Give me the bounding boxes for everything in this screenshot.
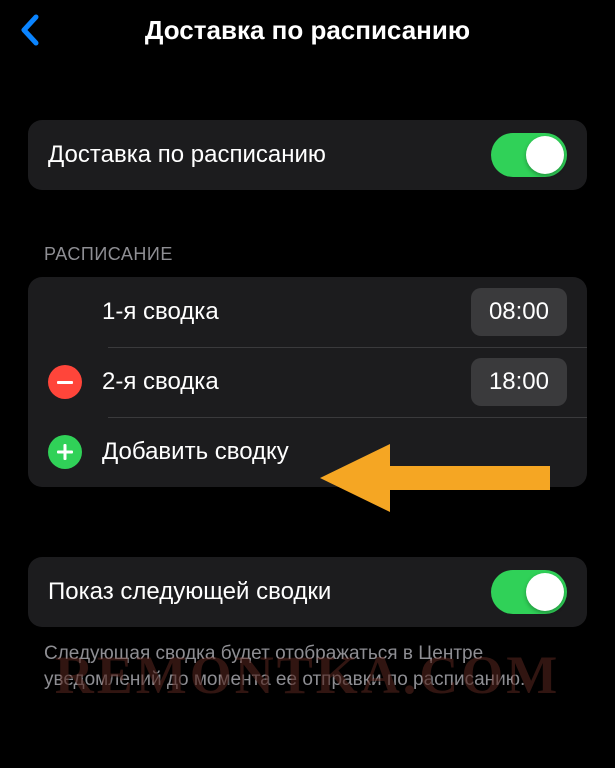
add-summary-icon <box>48 435 82 469</box>
summary-1-time[interactable]: 08:00 <box>471 288 567 336</box>
scheduled-delivery-row: Доставка по расписанию <box>28 120 587 190</box>
toggle-knob <box>526 573 564 611</box>
scheduled-delivery-group: Доставка по расписанию <box>28 120 587 190</box>
summary-2-time[interactable]: 18:00 <box>471 358 567 406</box>
schedule-section-header: РАСПИСАНИЕ <box>44 244 571 265</box>
next-summary-toggle[interactable] <box>491 570 567 614</box>
next-summary-footer: Следующая сводка будет отображаться в Це… <box>44 641 571 692</box>
remove-summary-icon[interactable] <box>48 365 82 399</box>
page-title: Доставка по расписанию <box>145 15 470 46</box>
scheduled-delivery-toggle[interactable] <box>491 133 567 177</box>
chevron-left-icon <box>19 13 41 47</box>
add-summary-row[interactable]: Добавить сводку <box>28 417 587 487</box>
scheduled-delivery-label: Доставка по расписанию <box>48 141 491 169</box>
summary-1-label: 1-я сводка <box>102 298 471 326</box>
next-summary-group: Показ следующей сводки <box>28 557 587 627</box>
summary-row-2: 2-я сводка 18:00 <box>28 347 587 417</box>
add-summary-label: Добавить сводку <box>102 438 567 466</box>
next-summary-label: Показ следующей сводки <box>48 578 491 606</box>
page-header: Доставка по расписанию <box>0 0 615 60</box>
toggle-knob <box>526 136 564 174</box>
next-summary-row: Показ следующей сводки <box>28 557 587 627</box>
schedule-group: 1-я сводка 08:00 2-я сводка 18:00 Добави… <box>28 277 587 487</box>
back-button[interactable] <box>10 10 50 50</box>
summary-row-1: 1-я сводка 08:00 <box>28 277 587 347</box>
summary-2-label: 2-я сводка <box>102 368 471 396</box>
